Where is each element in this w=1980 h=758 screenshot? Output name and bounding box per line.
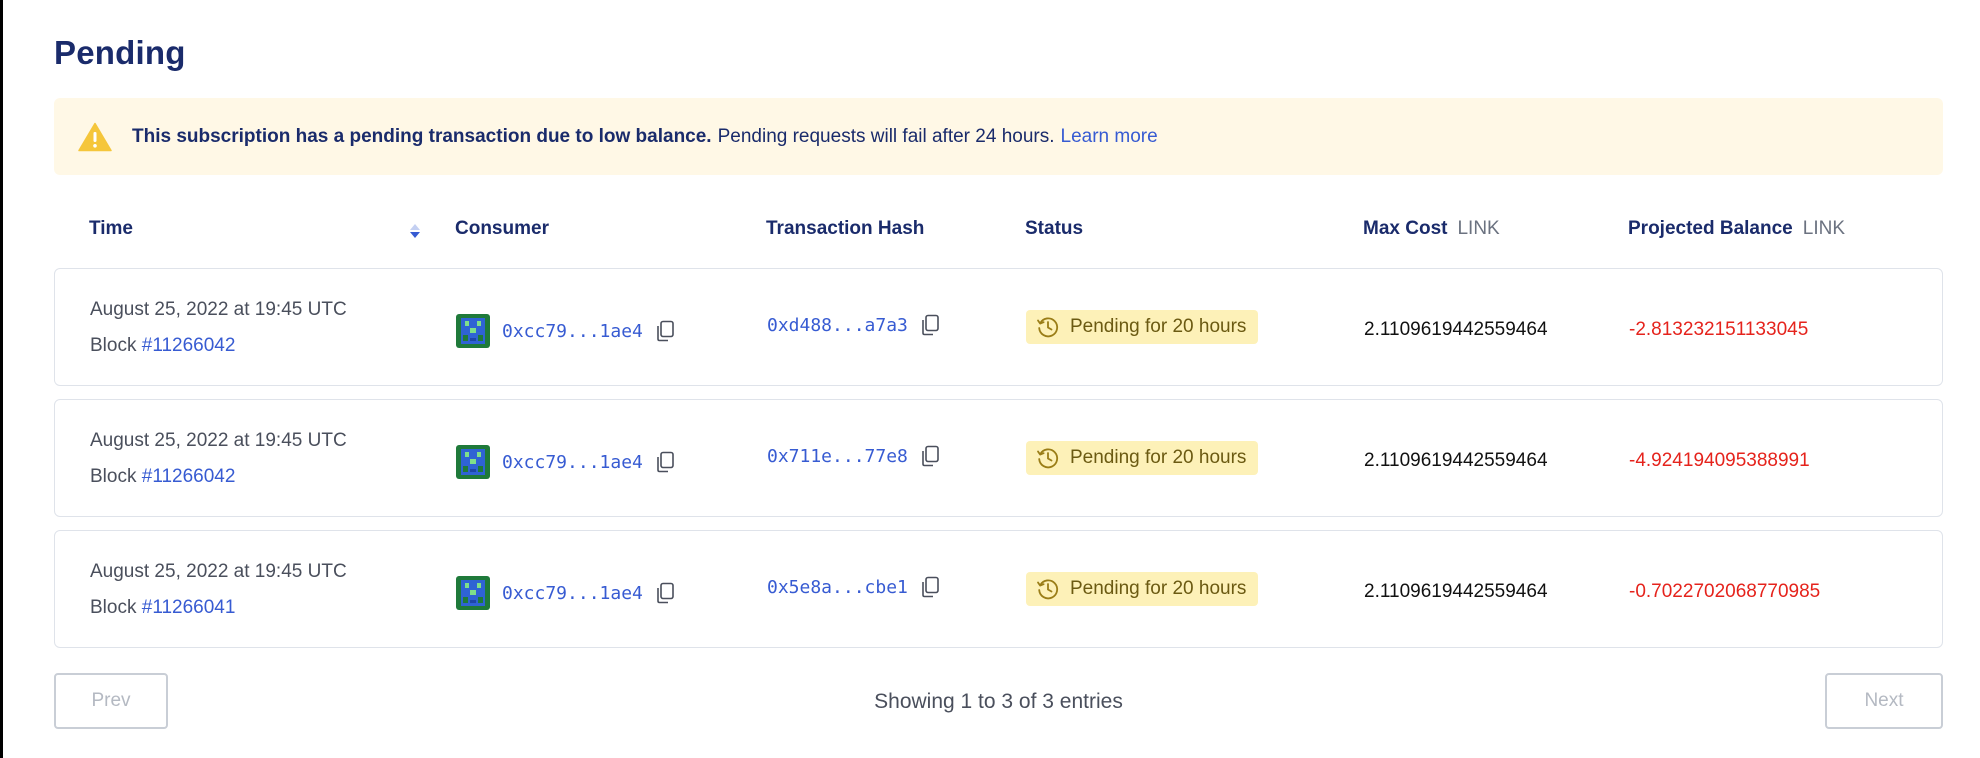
row-max-cost: 2.1109619442559464 (1364, 319, 1548, 340)
row-consumer: 0xcc79...1ae4 (456, 576, 675, 610)
max-cost-unit: LINK (1457, 218, 1500, 239)
row-projected-balance: -4.924194095388991 (1629, 450, 1810, 471)
row-transaction-hash: 0x711e...77e8 (767, 445, 940, 467)
row-projected-balance: -2.813232151133045 (1629, 319, 1809, 340)
block-number-link[interactable]: #11266042 (142, 466, 236, 487)
clock-history-icon (1037, 317, 1059, 338)
learn-more-link[interactable]: Learn more (1061, 126, 1158, 148)
status-text: Pending for 20 hours (1070, 578, 1247, 599)
consumer-address-link[interactable]: 0xcc79...1ae4 (502, 452, 643, 473)
pagination-summary: Showing 1 to 3 of 3 entries (874, 690, 1123, 713)
row-time: August 25, 2022 at 19:45 UTC (90, 299, 347, 320)
status-text: Pending for 20 hours (1070, 316, 1247, 337)
column-header-time[interactable]: Time (89, 218, 133, 240)
copy-icon[interactable] (655, 320, 675, 342)
row-max-cost: 2.1109619442559464 (1364, 581, 1548, 602)
consumer-avatar-icon (456, 445, 490, 479)
consumer-address-link[interactable]: 0xcc79...1ae4 (502, 583, 643, 604)
column-header-max-cost: Max Cost LINK (1363, 218, 1500, 240)
row-block: Block #11266041 (90, 597, 235, 619)
consumer-avatar-icon (456, 576, 490, 610)
column-header-transaction-hash: Transaction Hash (766, 218, 925, 239)
copy-icon[interactable] (920, 576, 940, 598)
window-frame-edge (0, 0, 3, 758)
block-label: Block (90, 597, 137, 618)
next-button[interactable]: Next (1825, 673, 1943, 729)
column-header-projected-balance: Projected Balance LINK (1628, 218, 1845, 240)
status-badge: Pending for 20 hours (1026, 310, 1259, 344)
warning-triangle-icon (78, 122, 112, 151)
column-header-status: Status (1025, 218, 1084, 239)
row-projected-balance: -0.7022702068770985 (1629, 581, 1821, 602)
table-header: Time Consumer Transaction Hash Status Ma… (54, 210, 1943, 250)
block-label: Block (90, 466, 137, 487)
transaction-hash-link[interactable]: 0x711e...77e8 (767, 446, 908, 467)
projected-balance-unit: LINK (1802, 218, 1845, 239)
row-block: Block #11266042 (90, 466, 235, 488)
table-row: August 25, 2022 at 19:45 UTC Block #1126… (54, 399, 1943, 517)
row-block: Block #11266042 (90, 335, 235, 357)
row-consumer: 0xcc79...1ae4 (456, 445, 675, 479)
low-balance-alert: This subscription has a pending transact… (54, 98, 1943, 175)
sort-indicator-icon[interactable] (408, 222, 422, 240)
consumer-avatar-icon (456, 314, 490, 348)
consumer-address-link[interactable]: 0xcc79...1ae4 (502, 321, 643, 342)
table-row: August 25, 2022 at 19:45 UTC Block #1126… (54, 530, 1943, 648)
column-header-consumer: Consumer (455, 218, 549, 239)
row-consumer: 0xcc79...1ae4 (456, 314, 675, 348)
copy-icon[interactable] (920, 445, 940, 467)
max-cost-label: Max Cost (1363, 218, 1448, 239)
row-max-cost: 2.1109619442559464 (1364, 450, 1548, 471)
copy-icon[interactable] (920, 314, 940, 336)
block-label: Block (90, 335, 137, 356)
row-transaction-hash: 0x5e8a...cbe1 (767, 576, 940, 598)
copy-icon[interactable] (655, 451, 675, 473)
block-number-link[interactable]: #11266042 (142, 335, 236, 356)
copy-icon[interactable] (655, 582, 675, 604)
clock-history-icon (1037, 579, 1059, 600)
row-time: August 25, 2022 at 19:45 UTC (90, 430, 347, 451)
transaction-hash-link[interactable]: 0x5e8a...cbe1 (767, 577, 908, 598)
table-row: August 25, 2022 at 19:45 UTC Block #1126… (54, 268, 1943, 386)
projected-balance-label: Projected Balance (1628, 218, 1793, 239)
row-transaction-hash: 0xd488...a7a3 (767, 314, 940, 336)
status-text: Pending for 20 hours (1070, 447, 1247, 468)
clock-history-icon (1037, 448, 1059, 469)
alert-strong-text: This subscription has a pending transact… (132, 125, 712, 147)
alert-text: Pending requests will fail after 24 hour… (717, 125, 1055, 147)
status-badge: Pending for 20 hours (1026, 441, 1259, 475)
row-time: August 25, 2022 at 19:45 UTC (90, 561, 347, 582)
status-badge: Pending for 20 hours (1026, 572, 1259, 606)
block-number-link[interactable]: #11266041 (142, 597, 236, 618)
transaction-hash-link[interactable]: 0xd488...a7a3 (767, 315, 908, 336)
page-title: Pending (54, 34, 186, 71)
